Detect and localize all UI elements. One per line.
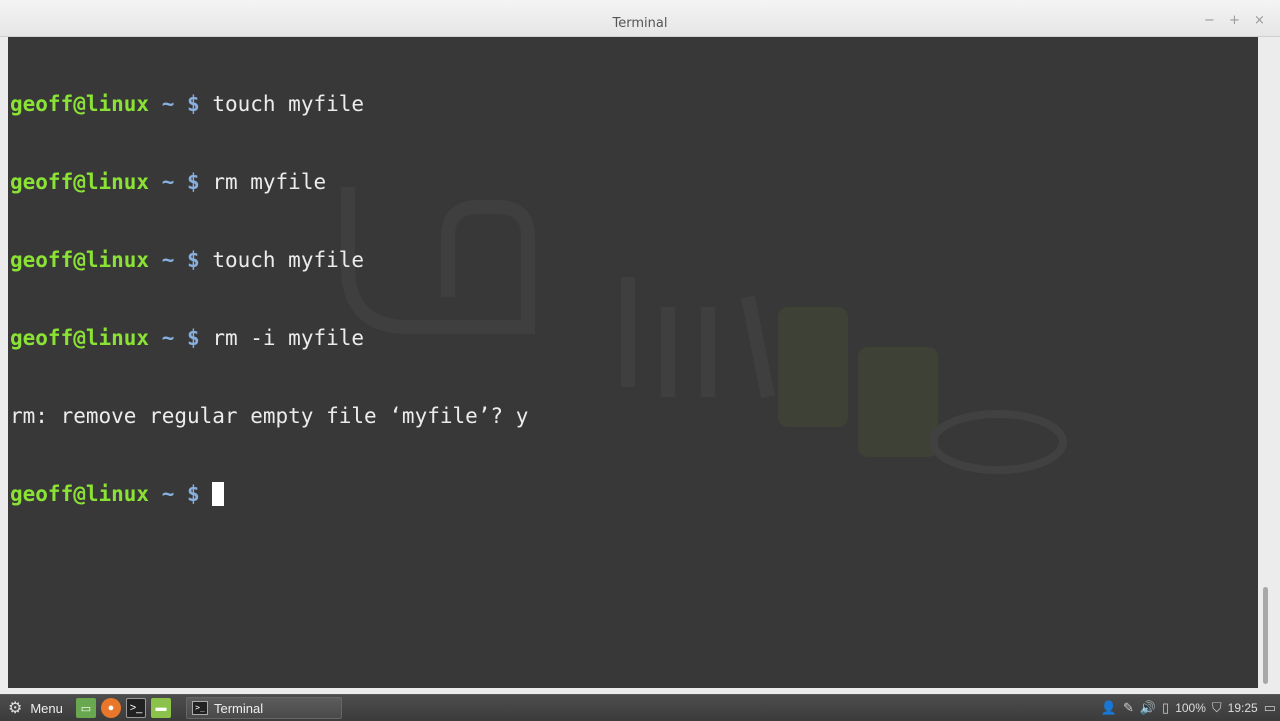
- task-label: Terminal: [214, 700, 264, 716]
- battery-level: 100%: [1175, 701, 1206, 715]
- terminal-window: Terminal − + × geoff@linux ~ $ touch myf…: [0, 0, 1280, 694]
- terminal-line: geoff@linux ~ $ touch myfile: [10, 91, 528, 117]
- text-cursor: [212, 482, 225, 506]
- close-button[interactable]: ×: [1253, 14, 1266, 27]
- window-controls: − + ×: [1203, 14, 1266, 27]
- system-tray: 👤 ✎ 🔊 ▯ 100% ⛉ 19:25 ▭: [1101, 698, 1276, 718]
- terminal-icon[interactable]: >_: [126, 698, 146, 718]
- window-title: Terminal: [612, 16, 668, 31]
- prompt-path: ~ $: [161, 248, 200, 272]
- prompt-user: geoff@linux: [10, 248, 150, 272]
- prompt-path: ~ $: [161, 482, 200, 506]
- terminal-icon: >_: [192, 701, 208, 715]
- terminal-line: geoff@linux ~ $: [10, 481, 528, 507]
- menu-button[interactable]: ⚙ Menu: [4, 697, 67, 719]
- command-text: touch myfile: [199, 92, 365, 116]
- scrollbar-thumb[interactable]: [1263, 587, 1268, 684]
- files-icon[interactable]: ▬: [151, 698, 171, 718]
- prompt-user: geoff@linux: [10, 170, 150, 194]
- show-desktop-icon[interactable]: ▭: [76, 698, 96, 718]
- prompt-path: ~ $: [161, 326, 200, 350]
- workspace-icon[interactable]: ▭: [1264, 700, 1276, 716]
- network-icon[interactable]: ✎: [1123, 700, 1134, 716]
- prompt-user: geoff@linux: [10, 482, 150, 506]
- volume-icon[interactable]: 🔊: [1140, 700, 1156, 716]
- terminal-line: geoff@linux ~ $ rm -i myfile: [10, 325, 528, 351]
- scrollbar[interactable]: [1259, 37, 1273, 688]
- command-text: touch myfile: [199, 248, 365, 272]
- firefox-icon[interactable]: ●: [101, 698, 121, 718]
- terminal-output: geoff@linux ~ $ touch myfile geoff@linux…: [10, 39, 528, 559]
- menu-label: Menu: [30, 700, 63, 716]
- command-text: [200, 482, 213, 506]
- battery-icon[interactable]: ▯: [1162, 700, 1169, 716]
- prompt-user: geoff@linux: [10, 326, 150, 350]
- maximize-button[interactable]: +: [1228, 14, 1241, 27]
- terminal-line: geoff@linux ~ $ touch myfile: [10, 247, 528, 273]
- user-icon[interactable]: 👤: [1101, 700, 1117, 716]
- panel-launchers: ▭ ● >_ ▬: [76, 698, 171, 718]
- bottom-panel: ⚙ Menu ▭ ● >_ ▬ >_ Terminal 👤 ✎ 🔊 ▯ 100%…: [0, 694, 1280, 721]
- terminal-line: geoff@linux ~ $ rm myfile: [10, 169, 528, 195]
- terminal-area[interactable]: geoff@linux ~ $ touch myfile geoff@linux…: [8, 37, 1258, 688]
- taskbar-terminal-button[interactable]: >_ Terminal: [186, 697, 342, 719]
- prompt-user: geoff@linux: [10, 92, 150, 116]
- prompt-path: ~ $: [161, 92, 200, 116]
- output-text: rm: remove regular empty file ‘myfile’? …: [10, 404, 529, 428]
- clock[interactable]: 19:25: [1228, 701, 1258, 715]
- minimize-button[interactable]: −: [1203, 14, 1216, 27]
- title-bar[interactable]: Terminal − + ×: [0, 0, 1280, 37]
- command-text: rm -i myfile: [199, 326, 365, 350]
- command-text: rm myfile: [199, 170, 327, 194]
- terminal-line: rm: remove regular empty file ‘myfile’? …: [10, 403, 528, 429]
- shield-icon[interactable]: ⛉: [1212, 700, 1222, 716]
- prompt-path: ~ $: [161, 170, 200, 194]
- menu-gear-icon: ⚙: [8, 700, 23, 717]
